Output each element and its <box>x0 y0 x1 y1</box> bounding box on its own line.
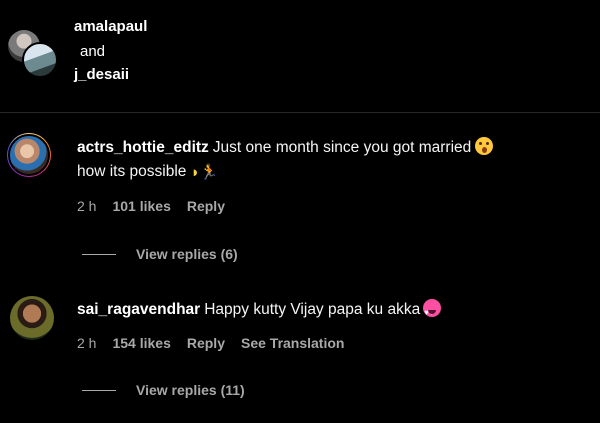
view-replies-label[interactable]: View replies (6) <box>136 246 238 262</box>
comment-text-line2: how its possible <box>77 163 187 180</box>
comment-meta: 2 h 154 likes Reply See Translation <box>77 335 344 351</box>
username-amalapaul[interactable]: amalapaul <box>74 18 147 35</box>
comment-text-line1: Just one month since you got married <box>212 139 472 156</box>
comment-time: 2 h <box>77 335 97 351</box>
view-replies-button[interactable]: View replies (11) <box>82 382 245 398</box>
comment-time: 2 h <box>77 198 97 214</box>
comment-likes[interactable]: 154 likes <box>112 335 170 351</box>
banana-icon: ◗ <box>190 164 200 181</box>
view-replies-label[interactable]: View replies (11) <box>136 382 245 398</box>
runner-icon: 🏃 <box>199 164 219 181</box>
replies-divider-line <box>82 253 116 255</box>
commenter-avatar[interactable] <box>10 296 54 340</box>
comment-meta: 2 h 101 likes Reply <box>77 198 225 214</box>
see-translation-button[interactable]: See Translation <box>241 335 344 351</box>
comment-username[interactable]: actrs_hottie_editz <box>77 139 209 156</box>
reply-button[interactable]: Reply <box>187 335 225 351</box>
and-label: and <box>80 43 106 60</box>
avatar-j-desaii[interactable] <box>22 42 58 78</box>
comment-body: actrs_hottie_editz Just one month since y… <box>77 136 587 185</box>
view-replies-button[interactable]: View replies (6) <box>82 246 238 262</box>
divider <box>0 112 600 113</box>
commenter-avatar-story[interactable] <box>7 133 51 177</box>
avatar-image <box>8 134 50 176</box>
smiling-heart-eyes-icon <box>423 299 442 325</box>
reply-button[interactable]: Reply <box>187 198 225 214</box>
comment-username[interactable]: sai_ragavendhar <box>77 301 200 318</box>
replies-divider-line <box>82 389 116 391</box>
username-j-desaii[interactable]: j_desaii <box>74 66 129 83</box>
face-with-open-mouth-icon <box>475 137 494 155</box>
comment-likes[interactable]: 101 likes <box>112 198 170 214</box>
comment-body: sai_ragavendhar Happy kutty Vijay papa ku… <box>77 298 587 325</box>
comment-text: Happy kutty Vijay papa ku akka <box>204 301 421 318</box>
